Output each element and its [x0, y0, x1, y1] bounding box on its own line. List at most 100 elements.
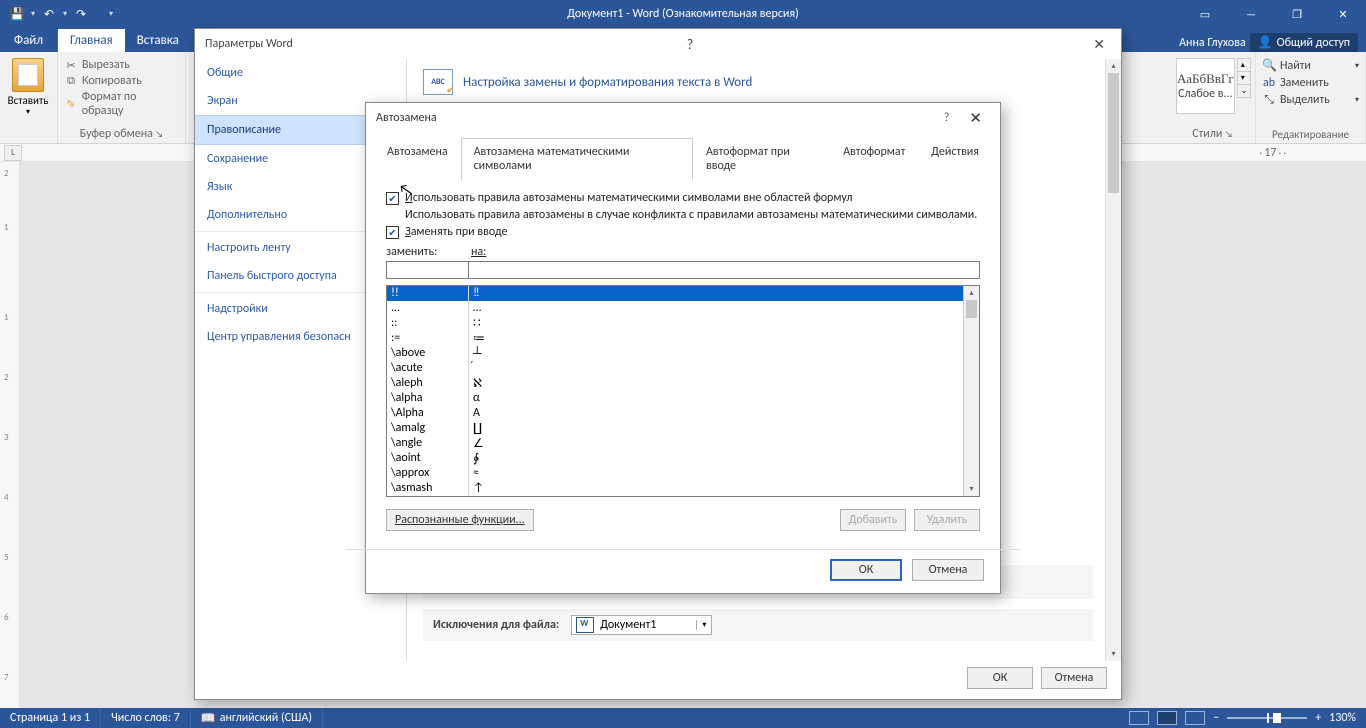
status-word-count[interactable]: Число слов: 7 — [101, 708, 191, 728]
list-row[interactable]: \amalg∐ — [387, 421, 963, 436]
list-row[interactable]: \aoint∳ — [387, 451, 963, 466]
status-page[interactable]: Страница 1 из 1 — [0, 708, 101, 728]
zoom-level[interactable]: 130% — [1329, 711, 1356, 725]
checkbox-icon[interactable]: ✔ — [386, 226, 399, 239]
list-row[interactable]: \approx≈ — [387, 466, 963, 481]
autocorrect-help-icon[interactable]: ? — [932, 111, 962, 125]
row-with: ≔ — [469, 331, 963, 346]
options-ok-button[interactable]: ОК — [967, 667, 1033, 689]
chevron-down-icon[interactable]: ▾ — [696, 620, 711, 630]
list-row[interactable]: ...… — [387, 301, 963, 316]
minimize-icon[interactable]: — — [1228, 0, 1274, 28]
scroll-down-icon[interactable]: ▾ — [964, 482, 979, 496]
options-help-icon[interactable]: ? — [681, 36, 700, 53]
row-with: Α — [469, 406, 963, 421]
style-card[interactable]: АаБбВвГг Слабое в... — [1176, 58, 1235, 114]
list-row[interactable]: \AlphaΑ — [387, 406, 963, 421]
autocorrect-close-icon[interactable]: ✕ — [961, 109, 990, 128]
redo-icon[interactable]: ↷ — [70, 3, 92, 25]
scroll-down-icon[interactable]: ▾ — [1106, 647, 1121, 661]
maximize-icon[interactable]: ❐ — [1274, 0, 1320, 28]
copy-label: Копировать — [82, 74, 142, 88]
row-with: … — [469, 301, 963, 316]
delete-button[interactable]: Удалить — [914, 509, 980, 531]
tab-insert[interactable]: Вставка — [125, 29, 191, 52]
chk-replace-as-type[interactable]: ✔ Заменять при вводе — [386, 225, 980, 239]
find-label: Найти — [1280, 59, 1311, 73]
replace-button[interactable]: abЗаменить — [1262, 76, 1359, 90]
tab-home[interactable]: Главная — [58, 29, 125, 52]
style-gallery-down-icon[interactable]: ▾ — [1238, 72, 1251, 85]
ac-tab-autocorrect[interactable]: Автозамена — [374, 138, 461, 180]
add-button[interactable]: Добавить — [840, 509, 906, 531]
autocorrect-body: ✔ Использовать правила автозамены матема… — [366, 180, 1000, 539]
format-painter-button[interactable]: ✎Формат по образцу — [64, 90, 179, 118]
cut-button[interactable]: ✂Вырезать — [64, 58, 179, 72]
list-row[interactable]: :=≔ — [387, 331, 963, 346]
qat-customize-dropdown[interactable]: ▾ — [106, 9, 116, 19]
qat-save-dropdown[interactable]: ▾ — [28, 9, 38, 19]
recognized-functions-button[interactable]: Распознанные функции... — [386, 509, 534, 531]
view-print-icon[interactable] — [1157, 711, 1177, 725]
view-web-icon[interactable] — [1185, 711, 1205, 725]
list-row[interactable]: \alephℵ — [387, 376, 963, 391]
checkbox-icon[interactable]: ✔ — [386, 192, 399, 205]
zoom-in-button[interactable]: + — [1315, 711, 1321, 725]
ac-tab-actions[interactable]: Действия — [918, 138, 992, 180]
ac-tab-autoformat-type[interactable]: Автоформат при вводе — [693, 138, 830, 180]
scroll-thumb[interactable] — [966, 300, 977, 318]
dialog-launcher-icon[interactable]: ↘ — [155, 129, 163, 140]
ribbon-display-options-icon[interactable]: ▭ — [1182, 0, 1228, 28]
list-scrollbar[interactable]: ▴ ▾ — [963, 286, 979, 496]
copy-button[interactable]: ⧉ Копировать — [64, 74, 179, 88]
list-row[interactable]: \angle∠ — [387, 436, 963, 451]
list-row[interactable]: ::∷ — [387, 316, 963, 331]
ac-tab-autoformat[interactable]: Автоформат — [830, 138, 918, 180]
quick-access-toolbar: 💾 ▾ ↶ ▾ ↷ ▾ — [0, 3, 122, 25]
copy-icon: ⧉ — [64, 74, 78, 88]
ac-cancel-button[interactable]: Отмена — [912, 559, 984, 581]
close-icon[interactable]: ✕ — [1320, 0, 1366, 28]
tab-selector[interactable]: L — [4, 145, 22, 161]
save-icon[interactable]: 💾 — [6, 3, 28, 25]
scroll-thumb[interactable] — [1108, 73, 1119, 193]
find-button[interactable]: 🔍Найти▾ — [1262, 58, 1359, 73]
zoom-out-button[interactable]: − — [1213, 711, 1219, 725]
paste-button[interactable]: Вставить ▾ — [6, 54, 50, 117]
status-language[interactable]: 📖английский (США) — [191, 708, 323, 728]
ac-tab-math[interactable]: Автозамена математическими символами — [461, 138, 693, 180]
list-row[interactable]: \alphaα — [387, 391, 963, 406]
ac-ok-button[interactable]: ОК — [830, 559, 902, 581]
list-row[interactable]: \acuté — [387, 361, 963, 376]
options-cancel-button[interactable]: Отмена — [1041, 667, 1107, 689]
undo-icon[interactable]: ↶ — [38, 3, 60, 25]
sidebar-item-general[interactable]: Общие — [195, 59, 406, 87]
select-button[interactable]: ⤡Выделить▾ — [1262, 93, 1359, 107]
list-row[interactable]: \asmash↑ — [387, 481, 963, 496]
scroll-up-icon[interactable]: ▴ — [1106, 59, 1121, 73]
view-read-icon[interactable] — [1129, 711, 1149, 725]
clipboard-group-label: Буфер обмена ↘ — [64, 125, 179, 143]
replace-input[interactable] — [386, 261, 468, 279]
exceptions-file-combo[interactable]: Документ1 ▾ — [571, 615, 712, 635]
options-scrollbar[interactable]: ▴ ▾ — [1105, 59, 1121, 661]
dialog-launcher-icon[interactable]: ↘ — [1225, 129, 1233, 140]
style-gallery-more-icon[interactable]: ⌄ — [1238, 85, 1251, 97]
paste-dropdown-icon[interactable]: ▾ — [26, 107, 30, 117]
select-dropdown-icon[interactable]: ▾ — [1355, 95, 1359, 105]
list-row[interactable]: \above┴ — [387, 346, 963, 361]
share-label: Общий доступ — [1277, 36, 1350, 50]
chk-use-math-outside[interactable]: ✔ Использовать правила автозамены матема… — [386, 191, 980, 205]
vertical-ruler[interactable]: 2 1 1 2 3 4 5 6 7 — [0, 162, 20, 708]
with-input[interactable] — [468, 261, 980, 279]
replacement-list[interactable]: !!‼...…::∷:=≔\above┴\acuté\alephℵ\alpha… — [386, 285, 980, 497]
find-dropdown-icon[interactable]: ▾ — [1355, 61, 1359, 71]
tab-file[interactable]: Файл — [0, 29, 58, 52]
qat-undo-dropdown[interactable]: ▾ — [60, 9, 70, 19]
list-row[interactable]: !!‼ — [387, 286, 963, 301]
share-button[interactable]: 👤 Общий доступ — [1250, 33, 1358, 52]
scroll-up-icon[interactable]: ▴ — [964, 286, 979, 300]
style-gallery-up-icon[interactable]: ▴ — [1238, 59, 1251, 72]
zoom-slider[interactable] — [1227, 717, 1307, 719]
options-close-icon[interactable]: ✕ — [1087, 36, 1111, 53]
